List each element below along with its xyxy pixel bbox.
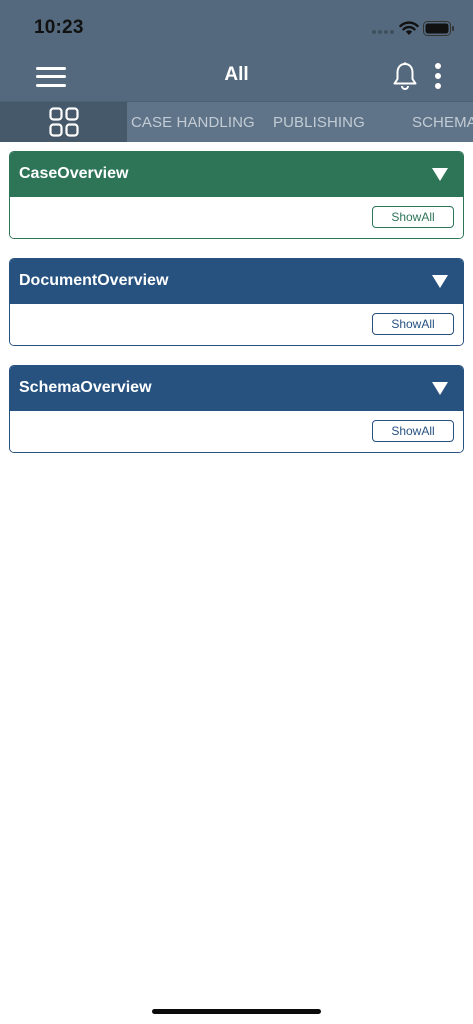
bell-icon[interactable] <box>391 61 419 91</box>
card-title: DocumentOverview <box>19 272 169 289</box>
card-title: CaseOverview <box>19 165 129 182</box>
grid-icon <box>49 107 79 137</box>
case-overview-header[interactable]: CaseOverview <box>10 152 463 197</box>
tab-publishing[interactable]: PUBLISHING <box>273 114 365 131</box>
show-all-button[interactable]: ShowAll <box>372 313 454 335</box>
status-bar: 10:23 <box>0 0 473 56</box>
tab-case-handling[interactable]: CASE HANDLING <box>131 114 255 131</box>
more-vertical-icon[interactable] <box>431 62 445 90</box>
battery-icon <box>423 21 454 36</box>
status-time: 10:23 <box>34 17 84 38</box>
document-overview-body: ShowAll <box>10 304 463 345</box>
schema-overview-card: SchemaOverview ShowAll <box>9 365 464 453</box>
schema-overview-header[interactable]: SchemaOverview <box>10 366 463 411</box>
card-title: SchemaOverview <box>19 379 152 396</box>
triangle-down-icon[interactable] <box>432 275 448 288</box>
wifi-icon <box>399 21 419 35</box>
app-header: 10:23 All CASE HANDLING PUBLISHING SCHEM… <box>0 0 473 142</box>
triangle-down-icon[interactable] <box>432 168 448 181</box>
show-all-button[interactable]: ShowAll <box>372 420 454 442</box>
case-overview-card: CaseOverview ShowAll <box>9 151 464 239</box>
tab-schema[interactable]: SCHEMA <box>412 114 473 131</box>
case-overview-body: ShowAll <box>10 197 463 238</box>
home-indicator <box>152 1009 321 1014</box>
show-all-button[interactable]: ShowAll <box>372 206 454 228</box>
document-overview-card: DocumentOverview ShowAll <box>9 258 464 346</box>
schema-overview-body: ShowAll <box>10 411 463 452</box>
overview-list: CaseOverview ShowAll DocumentOverview Sh… <box>9 151 464 472</box>
tab-grid[interactable] <box>0 102 127 142</box>
tab-bar: CASE HANDLING PUBLISHING SCHEMA <box>0 101 473 142</box>
triangle-down-icon[interactable] <box>432 382 448 395</box>
navigation-bar: All <box>0 56 473 100</box>
cellular-signal-icon <box>372 30 394 36</box>
document-overview-header[interactable]: DocumentOverview <box>10 259 463 304</box>
